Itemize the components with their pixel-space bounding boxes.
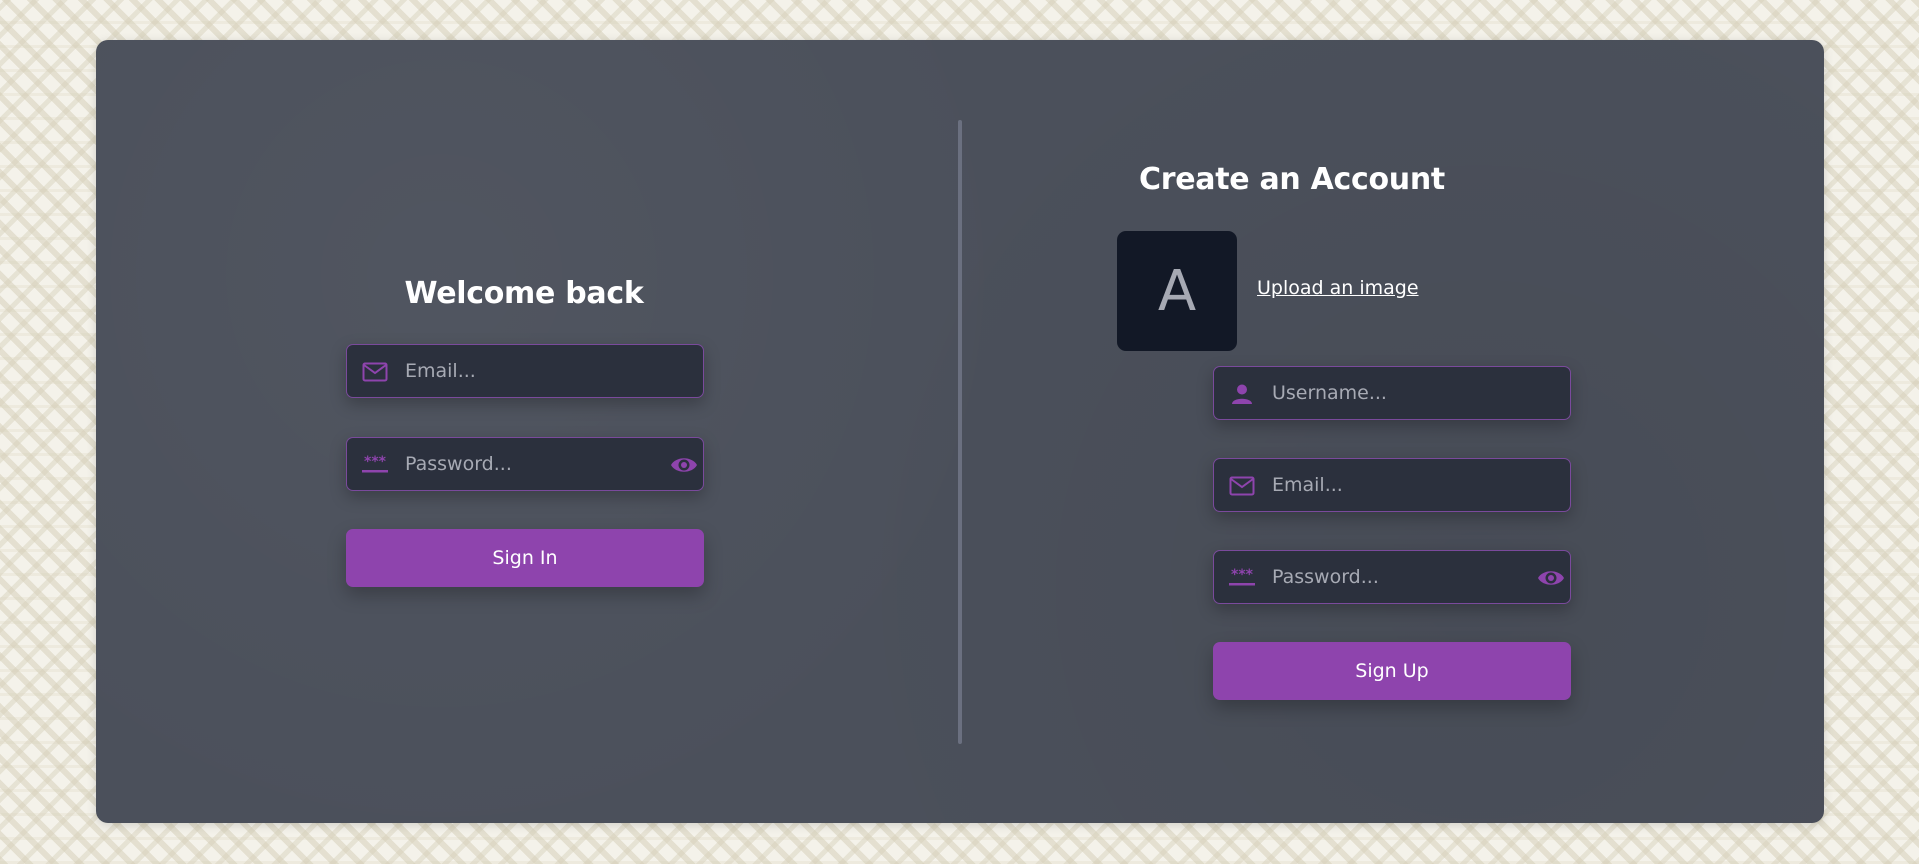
svg-text:***: ***	[1231, 568, 1254, 583]
login-password-input[interactable]	[405, 438, 645, 490]
upload-image-link[interactable]: Upload an image	[1257, 277, 1419, 299]
user-icon	[1228, 380, 1256, 408]
signup-email-input[interactable]	[1272, 459, 1512, 511]
login-email-input[interactable]	[405, 345, 645, 397]
avatar-placeholder: A	[1117, 231, 1237, 351]
password-icon: ***	[1228, 564, 1256, 592]
login-heading: Welcome back	[404, 276, 644, 311]
mail-icon	[361, 358, 389, 386]
eye-icon[interactable]	[669, 451, 699, 479]
signup-username-input[interactable]	[1272, 367, 1512, 419]
eye-icon[interactable]	[1536, 564, 1566, 592]
auth-card: Welcome back ***	[96, 40, 1824, 823]
sign-up-button[interactable]: Sign Up	[1213, 642, 1571, 700]
signup-email-field[interactable]	[1213, 458, 1571, 512]
signup-username-field[interactable]	[1213, 366, 1571, 420]
password-icon: ***	[361, 451, 389, 479]
sign-in-button[interactable]: Sign In	[346, 529, 704, 587]
login-password-field[interactable]: ***	[346, 437, 704, 491]
signup-password-input[interactable]	[1272, 551, 1512, 603]
svg-text:***: ***	[364, 455, 387, 470]
login-email-field[interactable]	[346, 344, 704, 398]
mail-icon	[1228, 472, 1256, 500]
signup-password-field[interactable]: ***	[1213, 550, 1571, 604]
panel-divider	[958, 120, 962, 744]
signup-heading: Create an Account	[1139, 162, 1445, 197]
